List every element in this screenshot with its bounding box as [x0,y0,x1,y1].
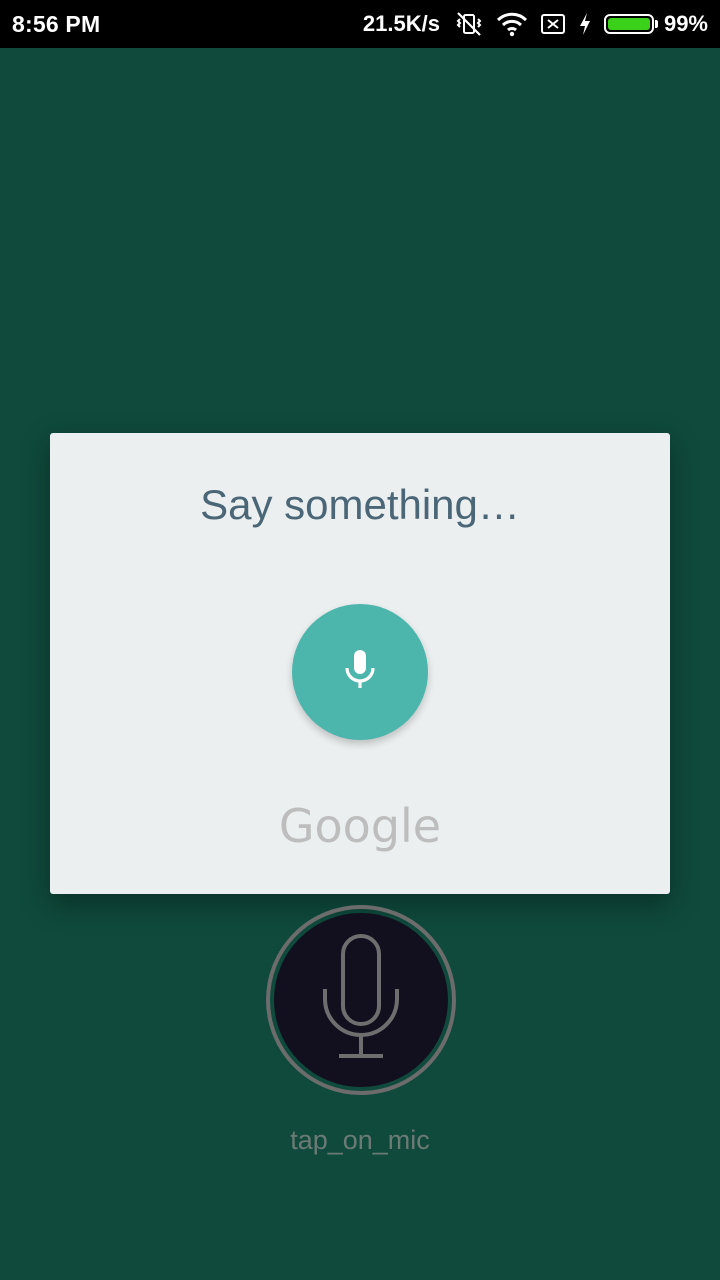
sim-none-icon [540,12,566,36]
status-time: 8:56 PM [12,11,101,37]
dialog-mic-button[interactable] [292,604,428,740]
battery-percent: 99% [663,11,708,36]
charging-icon [578,12,592,36]
status-icons: 21.5K/s 99% [363,0,708,48]
network-speed: 21.5K/s [362,11,440,36]
mic-icon [343,648,377,697]
mic-outline-icon [316,933,406,1068]
dialog-title: Say something… [200,481,520,528]
speech-dialog: Say something… Google [50,433,670,894]
wifi-icon [496,11,528,37]
tap-on-mic-label: tap_on_mic [290,1125,430,1155]
tap-mic-button-inner [274,913,448,1087]
google-logo: Google [278,799,442,853]
vibrate-off-icon [454,11,484,37]
tap-mic-button[interactable] [266,905,456,1095]
battery-level-fill [607,18,650,30]
battery-icon [603,14,658,34]
status-bar: 8:56 PM 21.5K/s 99% [0,0,720,48]
